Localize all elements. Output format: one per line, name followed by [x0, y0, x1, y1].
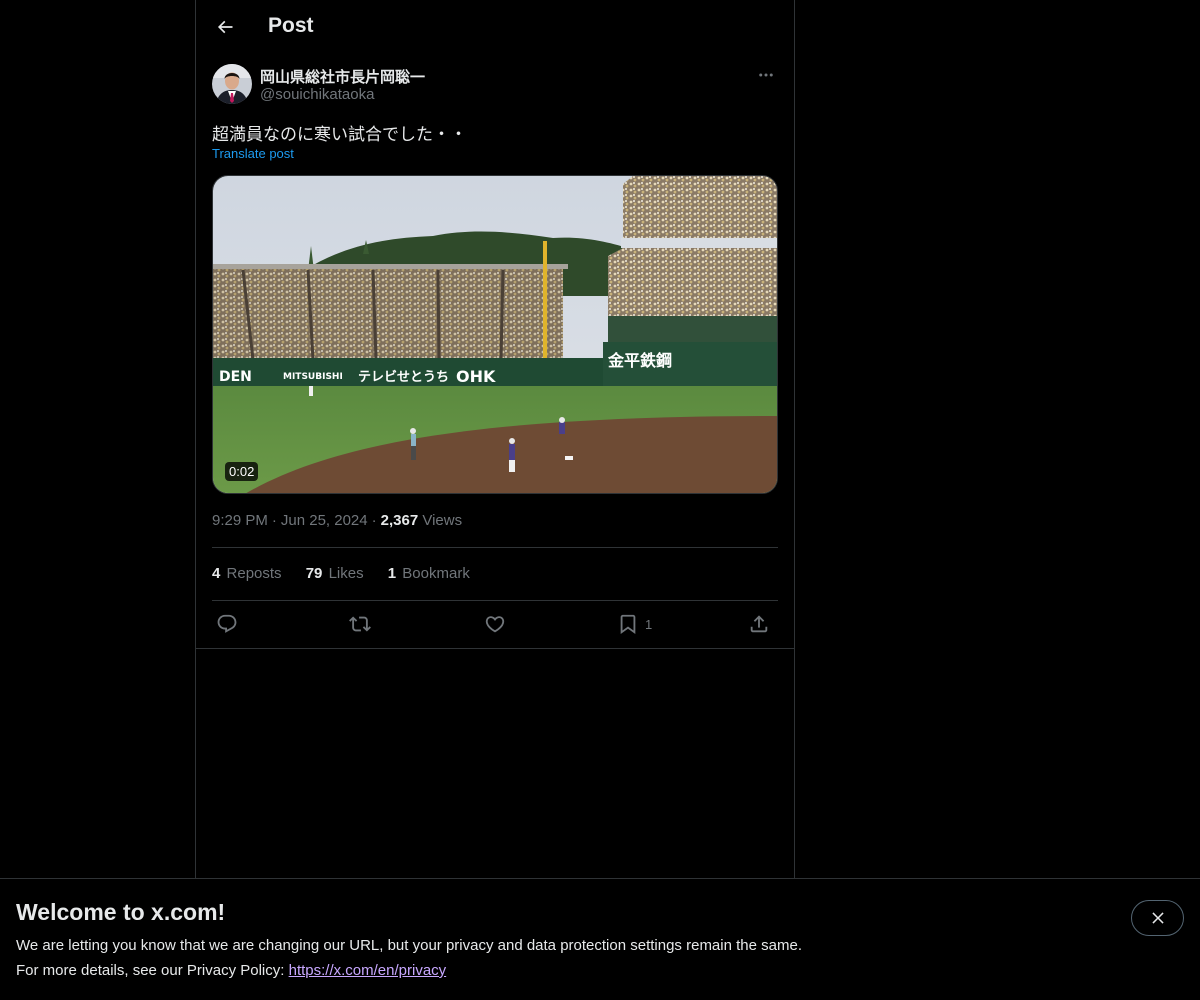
post-author: 岡山県総社市長片岡聡一 @souichikataoka	[212, 64, 778, 108]
svg-text:テレビせとうち: テレビせとうち	[358, 369, 449, 385]
repost-icon	[349, 616, 371, 632]
reposts-label: Reposts	[226, 565, 282, 582]
divider	[196, 648, 794, 649]
translate-post-link[interactable]: Translate post	[212, 146, 294, 161]
svg-text:MITSUBISHI: MITSUBISHI	[283, 372, 343, 382]
repost-button[interactable]	[349, 610, 371, 638]
welcome-banner: Welcome to x.com! We are letting you kno…	[0, 878, 1200, 1000]
bookmarks-stat[interactable]: 1 Bookmark	[388, 565, 470, 582]
banner-close-button[interactable]	[1131, 900, 1184, 936]
post-text: 超満員なのに寒い試合でした・・	[212, 125, 467, 144]
arrow-left-icon	[217, 20, 233, 34]
like-icon	[485, 616, 505, 633]
banner-policy-prefix: For more details, see our Privacy Policy…	[16, 962, 285, 979]
back-button[interactable]	[208, 10, 242, 44]
bookmark-button[interactable]: 1	[617, 610, 652, 638]
bookmark-action-count: 1	[645, 616, 653, 632]
video-thumbnail: DEN MITSUBISHI テレビせとうち OHK 金平鉄鋼	[213, 176, 777, 493]
reply-icon	[217, 614, 237, 633]
reposts-count: 4	[212, 565, 221, 582]
page-header: Post	[196, 0, 794, 54]
banner-message: We are letting you know that we are chan…	[16, 937, 802, 954]
author-display-name[interactable]: 岡山県総社市長片岡聡一	[260, 66, 425, 87]
svg-text:OHK: OHK	[456, 367, 496, 386]
more-options-button[interactable]	[754, 64, 778, 86]
share-icon	[750, 615, 768, 633]
main-column: Post 岡山県総社市長片岡聡一 @souichikataoka 超満員なのに寒…	[195, 0, 795, 879]
video-duration: 0:02	[225, 462, 259, 481]
svg-text:金平鉄鋼: 金平鉄鋼	[607, 351, 672, 370]
likes-stat[interactable]: 79 Likes	[306, 565, 364, 582]
bookmark-icon	[620, 614, 636, 635]
close-icon	[1151, 912, 1164, 924]
reply-button[interactable]	[216, 610, 238, 638]
divider	[212, 547, 778, 548]
page-title: Post	[268, 14, 314, 37]
separator-dot: ·	[271, 512, 277, 529]
bookmarks-label: Bookmark	[402, 565, 470, 582]
privacy-policy-link[interactable]: https://x.com/en/privacy	[289, 962, 447, 979]
likes-label: Likes	[328, 565, 364, 582]
post-time[interactable]: 9:29 PM	[212, 512, 268, 529]
views-label: Views	[422, 512, 463, 529]
likes-count: 79	[305, 565, 323, 582]
author-handle[interactable]: @souichikataoka	[260, 86, 374, 103]
reposts-stat[interactable]: 4 Reposts	[212, 565, 282, 582]
share-button[interactable]	[748, 610, 770, 638]
avatar[interactable]	[212, 64, 252, 104]
like-button[interactable]	[484, 610, 506, 638]
svg-text:DEN: DEN	[219, 369, 252, 385]
banner-title: Welcome to x.com!	[16, 899, 226, 925]
separator-dot: ·	[371, 512, 377, 529]
post-stats: 4 Reposts 79 Likes 1 Bookmark	[212, 565, 490, 582]
bookmarks-count: 1	[387, 565, 397, 582]
banner-policy-line: For more details, see our Privacy Policy…	[16, 962, 446, 979]
more-dots-icon	[759, 73, 773, 77]
views-count: 2,367	[380, 512, 419, 529]
post-video[interactable]: DEN MITSUBISHI テレビせとうち OHK 金平鉄鋼 0:02	[212, 175, 778, 494]
post-metadata: 9:29 PM · Jun 25, 2024 · 2,367 Views	[212, 512, 462, 529]
divider	[212, 600, 778, 601]
post-date[interactable]: Jun 25, 2024	[281, 512, 368, 529]
post-actions: 1	[212, 610, 778, 638]
